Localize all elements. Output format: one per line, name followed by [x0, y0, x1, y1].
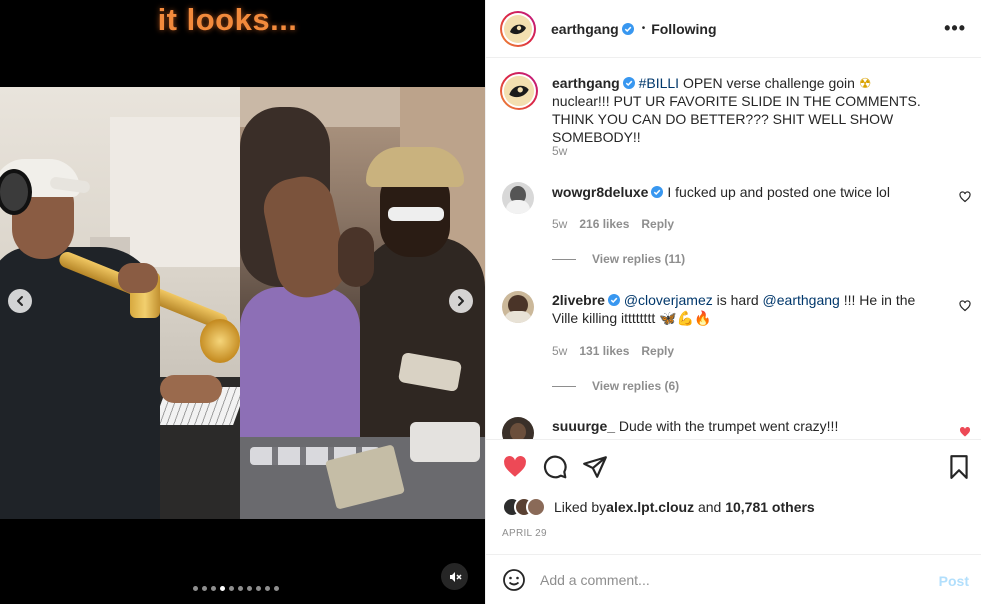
comment-text-a: is hard	[712, 292, 763, 308]
post-media[interactable]: it looks...	[0, 0, 485, 604]
comment-like-icon[interactable]	[959, 300, 971, 312]
caption-avatar[interactable]	[500, 72, 538, 110]
more-options-button[interactable]: •••	[944, 18, 966, 39]
caption-age[interactable]: 5w	[552, 144, 567, 158]
more-horizontal-icon: •••	[944, 18, 966, 38]
comment-mention-earthgang[interactable]: @earthgang	[763, 292, 840, 308]
comment-composer: Post	[486, 554, 981, 604]
video-frame-trumpet-player	[0, 87, 240, 519]
carousel-dot	[247, 586, 252, 591]
caption-text-b: nuclear!!! PUT UR FAVORITE SLIDE IN THE …	[552, 93, 921, 145]
comment-username[interactable]: wowgr8deluxe	[552, 184, 648, 200]
comment-likes[interactable]: 216 likes	[579, 217, 629, 231]
commenter-avatar[interactable]	[502, 291, 534, 323]
comment-username[interactable]: 2livebre	[552, 292, 605, 308]
comment-age[interactable]: 5w	[552, 344, 567, 358]
commenter-avatar[interactable]	[502, 417, 534, 439]
speaker-muted-icon	[449, 571, 462, 582]
share-send-icon[interactable]	[582, 454, 608, 480]
emoji-icon[interactable]	[502, 568, 526, 592]
comment-age[interactable]: 5w	[552, 217, 567, 231]
view-replies-button[interactable]: View replies (11)	[552, 252, 685, 266]
earthgang-logo-icon	[504, 14, 532, 43]
caption-username[interactable]: earthgang	[552, 75, 620, 91]
carousel-prev-button[interactable]	[8, 289, 32, 313]
comments-list[interactable]: earthgang #BILLI OPEN verse challenge go…	[486, 59, 981, 439]
verified-badge-icon	[622, 77, 635, 89]
caption-hashtag[interactable]: #BILLI	[639, 75, 679, 91]
comment-mention-cloverjamez[interactable]: @cloverjamez	[624, 292, 713, 308]
carousel-dot	[274, 586, 279, 591]
comment-icon[interactable]	[542, 454, 568, 480]
comment-likes[interactable]: 131 likes	[579, 344, 629, 358]
video-caption-overlay: it looks...	[0, 0, 485, 38]
verified-badge-icon	[607, 294, 620, 306]
author-avatar-ring[interactable]	[500, 10, 536, 47]
post-side-panel: earthgang • Following ••• earthgang #BIL…	[485, 0, 981, 604]
carousel-next-button[interactable]	[449, 289, 473, 313]
audio-toggle-button[interactable]	[441, 563, 468, 590]
bookmark-icon[interactable]	[946, 454, 972, 480]
verified-badge-icon	[651, 186, 664, 198]
post-header: earthgang • Following •••	[486, 0, 981, 58]
chevron-left-icon	[17, 296, 23, 306]
liked-by-prefix: Liked by	[554, 499, 607, 515]
following-button[interactable]: Following	[651, 21, 716, 37]
carousel-dot	[256, 586, 261, 591]
liked-by-count[interactable]: 10,781 others	[725, 499, 815, 515]
comment-input[interactable]	[540, 571, 920, 588]
comment-meta: 5w 216 likes Reply	[552, 217, 674, 231]
view-replies-label: View replies (6)	[592, 379, 680, 393]
liked-by-user[interactable]: alex.lpt.clouz	[606, 499, 694, 515]
carousel-dot	[193, 586, 198, 591]
video-caption-text: it looks...	[157, 2, 298, 37]
comment-reply-button[interactable]: Reply	[641, 217, 674, 231]
post-date[interactable]: APRIL 29	[502, 528, 547, 539]
liked-by-and: and	[694, 499, 726, 515]
view-replies-label: View replies (11)	[592, 252, 686, 266]
commenter-avatar[interactable]	[502, 182, 534, 214]
carousel-dot	[211, 586, 216, 591]
author-avatar	[504, 14, 532, 43]
comment-text: Dude with the trumpet went crazy!!!	[615, 418, 839, 434]
liker-avatar[interactable]	[526, 497, 546, 517]
carousel-indicator	[193, 586, 279, 591]
carousel-dot	[238, 586, 243, 591]
radioactive-emoji: ☢	[858, 75, 872, 91]
comment-liked-icon[interactable]	[959, 426, 971, 438]
earthgang-logo-icon	[502, 74, 536, 108]
caption-text-a: OPEN verse challenge goin	[679, 75, 859, 91]
comment-like-icon[interactable]	[959, 191, 971, 203]
view-replies-button[interactable]: View replies (6)	[552, 379, 679, 393]
comment-username[interactable]: suuurge_	[552, 418, 615, 434]
verified-badge-icon	[621, 22, 634, 35]
post-button[interactable]: Post	[939, 573, 969, 589]
carousel-dot	[220, 586, 225, 591]
header-username[interactable]: earthgang	[551, 21, 619, 37]
comment-meta: 5w 131 likes Reply	[552, 344, 674, 358]
heart-filled-icon[interactable]	[502, 454, 528, 480]
post-actions: Liked by alex.lpt.clouz and 10,781 other…	[486, 439, 981, 554]
comment-reply-button[interactable]: Reply	[641, 344, 674, 358]
header-separator: •	[641, 23, 646, 34]
carousel-dot	[229, 586, 234, 591]
comment-text: I fucked up and posted one twice lol	[663, 184, 890, 200]
carousel-dot	[202, 586, 207, 591]
chevron-right-icon	[458, 296, 464, 306]
liked-by: Liked by alex.lpt.clouz and 10,781 other…	[502, 497, 815, 517]
carousel-dot	[265, 586, 270, 591]
